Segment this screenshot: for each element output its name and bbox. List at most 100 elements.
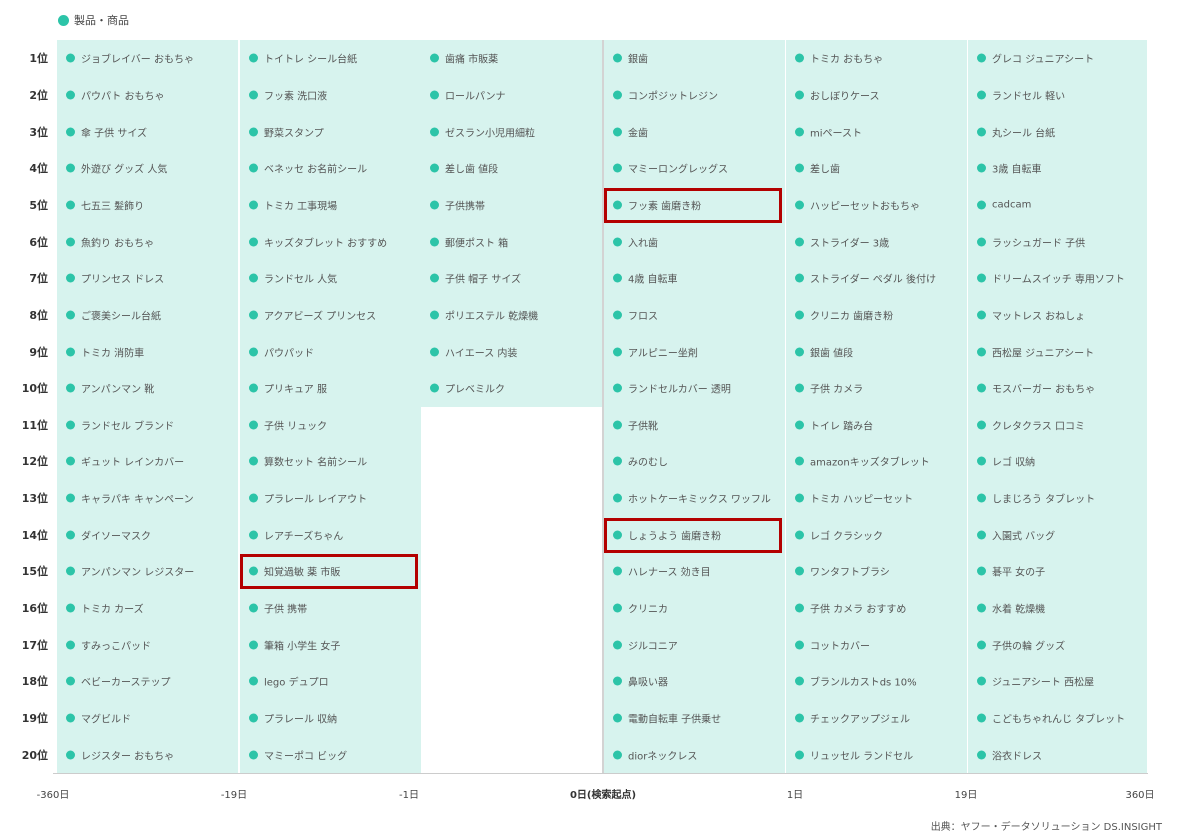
item-label: ご褒美シール台紙: [81, 311, 161, 323]
ranking-item: クリニカ 歯磨き粉: [795, 307, 893, 322]
item-dot-icon: [977, 273, 986, 283]
item-label: クリニカ 歯磨き粉: [810, 311, 894, 323]
item-dot-icon: [66, 566, 75, 576]
rank-label: 6位: [29, 235, 48, 249]
item-label: トミカ ハッピーセット: [810, 494, 914, 506]
item-label: トミカ カーズ: [81, 604, 144, 616]
item-dot-icon: [430, 53, 439, 63]
item-label: ドリームスイッチ 専用ソフト: [992, 274, 1125, 286]
item-dot-icon: [977, 347, 986, 357]
ranking-item: トミカ おもちゃ: [795, 51, 883, 66]
item-label: アクアビーズ プリンセス: [264, 311, 377, 323]
item-label: マグビルド: [81, 714, 131, 726]
ranking-item: アンパンマン 靴: [66, 381, 154, 396]
ranking-item: おしぼりケース: [795, 87, 880, 102]
item-label: アルピニー坐剤: [628, 348, 698, 360]
item-dot-icon: [977, 200, 986, 210]
item-label: ベビーカーステップ: [81, 677, 171, 689]
item-label: レジスター おもちゃ: [81, 751, 175, 763]
column-background: [968, 40, 1147, 773]
rank-label: 5位: [29, 198, 48, 212]
ranking-item: lego デュプロ: [249, 674, 329, 689]
ranking-item: 電動自転車 子供乗せ: [613, 711, 721, 726]
item-label: 金歯: [628, 128, 648, 140]
item-dot-icon: [613, 750, 622, 760]
ranking-item: ドリームスイッチ 専用ソフト: [977, 271, 1125, 286]
item-dot-icon: [977, 603, 986, 613]
ranking-item: トミカ ハッピーセット: [795, 491, 913, 506]
item-label: パウパッド: [264, 348, 314, 360]
ranking-item: パウパト おもちゃ: [66, 87, 164, 102]
ranking-item: プレベミルク: [430, 381, 505, 396]
item-label: フッ素 洗口液: [264, 91, 328, 103]
ranking-item: 浴衣ドレス: [977, 747, 1042, 762]
ranking-item: ジルコニア: [613, 637, 678, 652]
item-label: キャラパキ キャンペーン: [81, 494, 194, 506]
item-dot-icon: [977, 420, 986, 430]
ranking-item: チェックアップジェル: [795, 711, 910, 726]
item-dot-icon: [795, 676, 804, 686]
item-label: アンパンマン 靴: [81, 384, 155, 396]
source-credit: 出典：ヤフー・データソリューション DS.INSIGHT: [930, 822, 1162, 833]
item-dot-icon: [66, 383, 75, 393]
highlight-box: [240, 554, 418, 590]
item-label: ジルコニア: [628, 641, 678, 653]
search-origin-divider: [602, 40, 604, 773]
item-label: プラレール 収納: [264, 714, 338, 726]
ranking-item: ハッピーセットおもちゃ: [795, 197, 920, 212]
ranking-item: 銀歯: [613, 51, 648, 66]
item-dot-icon: [430, 127, 439, 137]
x-tick-label: 1日: [786, 790, 804, 801]
item-label: ワンタフトブラシ: [810, 567, 890, 579]
ranking-item: コットカバー: [795, 637, 870, 652]
item-label: ギュット レインカバー: [81, 457, 185, 469]
highlight-box: [604, 187, 782, 223]
item-label: 子供 携帯: [264, 604, 308, 616]
rank-label: 9位: [29, 345, 48, 359]
item-dot-icon: [795, 347, 804, 357]
item-dot-icon: [249, 90, 258, 100]
item-label: トイレ 踏み台: [810, 421, 874, 433]
item-label: 3歳 自転車: [992, 164, 1042, 176]
item-label: しまじろう タブレット: [992, 494, 1096, 506]
item-label: 子供 カメラ: [810, 384, 864, 396]
ranking-item: 入園式 バッグ: [977, 527, 1055, 542]
item-dot-icon: [795, 566, 804, 576]
item-dot-icon: [977, 713, 986, 723]
item-label: トミカ 工事現場: [264, 201, 338, 213]
item-dot-icon: [66, 237, 75, 247]
ranking-item: 丸シール 台紙: [977, 124, 1055, 139]
ranking-item: ロールパンナ: [430, 87, 506, 102]
item-label: チェックアップジェル: [810, 714, 910, 726]
item-label: 4歳 自転車: [628, 274, 678, 286]
column-background: [604, 40, 785, 773]
item-dot-icon: [249, 200, 258, 210]
ranking-item: トミカ カーズ: [66, 601, 144, 616]
item-dot-icon: [977, 456, 986, 466]
item-dot-icon: [977, 53, 986, 63]
item-label: 水着 乾燥機: [992, 604, 1046, 616]
ranking-item: ベビーカーステップ: [66, 674, 171, 689]
ranking-item: 子供携帯: [430, 197, 485, 212]
item-dot-icon: [66, 420, 75, 430]
item-dot-icon: [66, 530, 75, 540]
item-dot-icon: [795, 237, 804, 247]
item-label: トミカ 消防車: [81, 348, 145, 360]
item-label: ゼスラン小児用細粒: [445, 128, 535, 140]
item-label: ランドセル 軽い: [992, 91, 1066, 103]
ranking-item: ゼスラン小児用細粒: [430, 124, 535, 139]
item-dot-icon: [430, 273, 439, 283]
item-dot-icon: [249, 750, 258, 760]
item-label: レゴ クラシック: [810, 531, 883, 543]
item-label: おしぼりケース: [810, 91, 880, 103]
item-dot-icon: [977, 530, 986, 540]
item-dot-icon: [613, 713, 622, 723]
item-dot-icon: [795, 90, 804, 100]
ranking-item: 傘 子供 サイズ: [66, 124, 147, 139]
item-label: ランドセル ブランド: [81, 421, 175, 433]
ranking-item: ベネッセ お名前シール: [249, 161, 367, 176]
item-label: ロールパンナ: [445, 91, 506, 103]
item-label: プリキュア 服: [264, 384, 327, 396]
item-label: diorネックレス: [628, 751, 698, 763]
ranking-item: 4歳 自転車: [613, 271, 678, 286]
